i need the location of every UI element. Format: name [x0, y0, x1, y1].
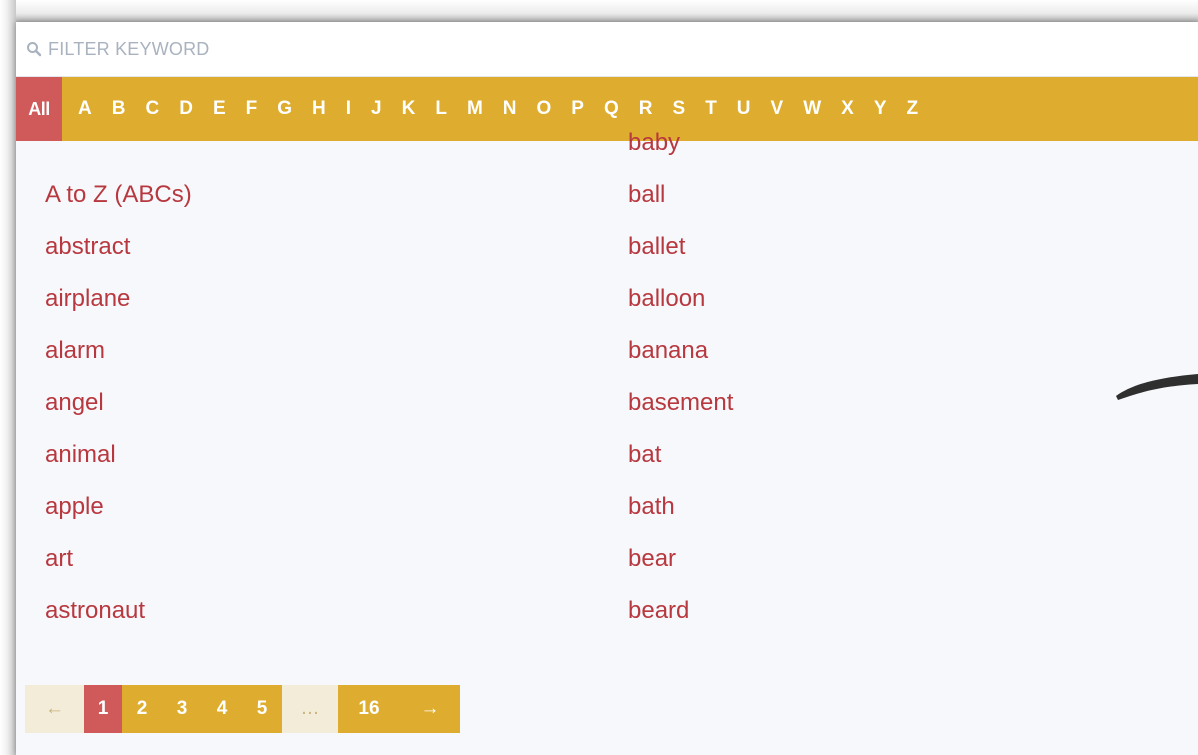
keyword-link[interactable]: ballet — [628, 221, 733, 273]
pagination-ellipsis: … — [282, 685, 338, 733]
letter-filter-n[interactable]: N — [493, 77, 527, 141]
keyword-link[interactable]: banana — [628, 325, 733, 377]
letter-filter-x[interactable]: X — [831, 77, 864, 141]
alphabet-filter-bar: All ABCDEFGHIJKLMNOPQRSTUVWXYZ — [16, 77, 1198, 141]
keyword-link[interactable]: art — [45, 533, 192, 585]
page-button-16[interactable]: 16 — [338, 685, 400, 733]
keyword-browser-panel: All ABCDEFGHIJKLMNOPQRSTUVWXYZ A to Z (A… — [16, 22, 1198, 755]
letter-filter-all[interactable]: All — [16, 77, 62, 141]
letter-filter-a[interactable]: A — [68, 77, 102, 141]
letter-filter-b[interactable]: B — [102, 77, 136, 141]
keyword-link[interactable]: beard — [628, 585, 733, 637]
letter-filter-k[interactable]: K — [392, 77, 426, 141]
keyword-link[interactable]: angel — [45, 377, 192, 429]
page-button-1[interactable]: 1 — [84, 685, 122, 733]
letter-filter-e[interactable]: E — [203, 77, 236, 141]
letter-filter-z[interactable]: Z — [897, 77, 929, 141]
keyword-link[interactable]: balloon — [628, 273, 733, 325]
letter-filter-l[interactable]: L — [425, 77, 457, 141]
search-icon — [26, 41, 42, 57]
keyword-column-right: baby ball ballet balloon banana basement bat ba… — [628, 117, 733, 637]
page-button-5[interactable]: 5 — [242, 685, 282, 733]
keyword-link[interactable]: apple — [45, 481, 192, 533]
pagination: ← 1 2 3 4 5 … 16 → — [25, 685, 460, 733]
letter-filter-o[interactable]: O — [527, 77, 562, 141]
keyword-link[interactable]: alarm — [45, 325, 192, 377]
keyword-link[interactable]: basement — [628, 377, 733, 429]
keyword-filter-input[interactable] — [48, 29, 948, 69]
page-button-3[interactable]: 3 — [162, 685, 202, 733]
page-button-4[interactable]: 4 — [202, 685, 242, 733]
keyword-link[interactable]: bath — [628, 481, 733, 533]
next-page-button[interactable]: → — [400, 685, 460, 733]
letter-filter-y[interactable]: Y — [864, 77, 897, 141]
page-button-2[interactable]: 2 — [122, 685, 162, 733]
keyword-link[interactable]: abstract — [45, 221, 192, 273]
keyword-link[interactable]: astronaut — [45, 585, 192, 637]
keyword-link[interactable]: airplane — [45, 273, 192, 325]
keyword-link[interactable]: animal — [45, 429, 192, 481]
top-shadow — [0, 0, 1198, 22]
letter-filter-i[interactable]: I — [336, 77, 361, 141]
letter-filter-q[interactable]: Q — [594, 77, 629, 141]
keyword-link[interactable]: A to Z (ABCs) — [45, 169, 192, 221]
page: All ABCDEFGHIJKLMNOPQRSTUVWXYZ A to Z (A… — [0, 0, 1198, 755]
letter-filter-p[interactable]: P — [561, 77, 594, 141]
prev-page-button[interactable]: ← — [25, 685, 84, 733]
letter-filter-w[interactable]: W — [793, 77, 831, 141]
letter-filter-d[interactable]: D — [169, 77, 203, 141]
left-shadow — [0, 0, 16, 755]
letter-filter-g[interactable]: G — [267, 77, 302, 141]
search-bar — [16, 22, 1198, 77]
keyword-link[interactable]: baby — [628, 117, 733, 169]
letter-filter-v[interactable]: V — [761, 77, 794, 141]
keyword-link[interactable]: bear — [628, 533, 733, 585]
keyword-link[interactable]: ball — [628, 169, 733, 221]
keyword-list: A to Z (ABCs) abstract airplane alarm angel a… — [16, 129, 1198, 701]
keyword-column-left: A to Z (ABCs) abstract airplane alarm angel a… — [45, 169, 192, 637]
letter-filter-h[interactable]: H — [302, 77, 336, 141]
keyword-link[interactable]: bat — [628, 429, 733, 481]
letter-filter-f[interactable]: F — [236, 77, 268, 141]
brush-stroke-decoration — [1116, 374, 1198, 400]
letter-filter-c[interactable]: C — [135, 77, 169, 141]
letter-filter-m[interactable]: M — [457, 77, 493, 141]
letter-filter-j[interactable]: J — [361, 77, 392, 141]
